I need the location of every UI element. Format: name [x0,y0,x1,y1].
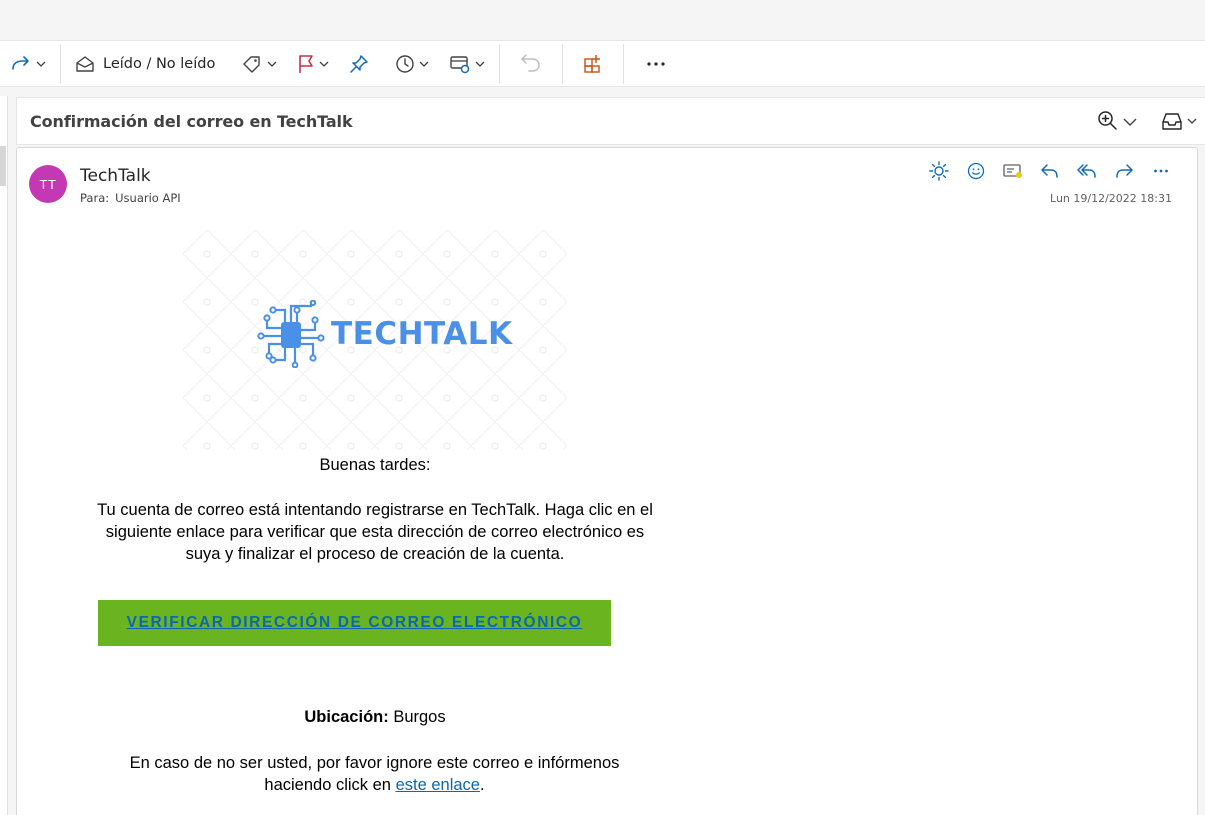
more-icon [647,61,665,66]
location-label: Ubicación: [304,708,389,726]
clock-icon [396,54,415,73]
envelope-open-icon [76,55,94,72]
chevron-down-icon [419,61,429,67]
top-strip [0,0,1205,40]
toolbar-divider [60,43,61,84]
to-label: Para: [80,191,110,205]
chevron-down-icon [36,61,46,67]
flag-button[interactable] [291,48,335,80]
subject-actions [1079,110,1197,132]
chevron-down-icon [1123,118,1137,126]
to-value[interactable]: Usuario API [115,191,181,205]
toolbar: Leído / No leído [0,40,1205,87]
pin-icon [350,54,369,73]
recipients: Para: Usuario API [80,191,181,205]
reply-icon [1040,164,1058,178]
categorize-button[interactable] [235,48,283,80]
immersive-reader-icon [1002,164,1022,178]
inbox-icon [1162,113,1182,130]
sender-name[interactable]: TechTalk [80,166,151,186]
emoji-icon [967,162,984,180]
message-datetime: Lun 19/12/2022 18:31 [1050,192,1172,205]
tag-icon [243,55,261,73]
undo-button[interactable] [514,48,548,80]
footer-end: . [479,776,485,794]
zoom-button[interactable] [1097,110,1137,132]
greeting: Buenas tardes: [319,456,431,474]
more-icon [1153,169,1168,173]
rules-button[interactable] [443,48,491,80]
verify-email-button[interactable]: VERIFICAR DIRECCIÓN DE CORREO ELECTRÓNIC… [98,600,611,646]
sun-icon [928,161,949,181]
location-value: Burgos [393,708,446,726]
reply-all-icon [1076,164,1096,178]
theme-button[interactable] [920,161,957,181]
message-list-edge [0,96,8,815]
location-line: Ubicación: Burgos [17,708,733,727]
reply-all-button[interactable] [1068,161,1105,181]
toolbar-divider [562,43,564,84]
immersive-reader-button[interactable] [994,161,1031,181]
mark-read-label: Leído / No leído [103,55,216,72]
flag-icon [299,54,314,73]
message-card: TT TechTalk Para: Usuario API Lun 19/12/2… [16,147,1198,815]
undo-icon [521,53,541,72]
logo-text: TECHTALK [331,316,513,352]
avatar[interactable]: TT [29,165,67,203]
chevron-down-icon [1187,118,1197,124]
footer-text: En caso de no ser usted, por favor ignor… [129,754,620,794]
zoom-icon [1098,111,1117,130]
techtalk-logo: TECHTALK [257,300,513,368]
subject-bar: Confirmación del correo en TechTalk [16,97,1205,145]
forward-icon [1115,164,1133,178]
chevron-down-icon [267,61,277,67]
circuit-chip-icon [257,300,325,368]
verify-email-link[interactable]: VERIFICAR DIRECCIÓN DE CORREO ELECTRÓNIC… [127,614,583,632]
body-paragraph: Tu cuenta de correo está intentando regi… [97,501,653,563]
toolbar-divider [623,43,625,84]
inbox-button[interactable] [1161,111,1197,131]
chevron-down-icon [319,61,329,67]
scrollbar-thumb[interactable] [0,146,6,186]
more-options-button[interactable] [640,48,672,80]
emoji-button[interactable] [957,161,994,181]
apps-button[interactable] [577,48,609,80]
forward-button[interactable] [4,48,52,80]
snooze-button[interactable] [389,48,435,80]
footer-paragraph: En caso de no ser usted, por favor ignor… [97,752,652,796]
pin-button[interactable] [343,48,375,80]
apps-icon [584,54,601,73]
message-actions [920,161,1179,181]
toolbar-divider [499,43,501,84]
mark-read-button[interactable]: Leído / No leído [69,48,221,80]
forward-message-button[interactable] [1105,161,1142,181]
forward-icon [12,55,29,70]
message-more-button[interactable] [1142,161,1179,181]
message-subject: Confirmación del correo en TechTalk [30,111,353,131]
reply-button[interactable] [1031,161,1068,181]
footer-link[interactable]: este enlace [396,776,480,794]
rules-icon [450,55,470,73]
chevron-down-icon [475,61,485,67]
